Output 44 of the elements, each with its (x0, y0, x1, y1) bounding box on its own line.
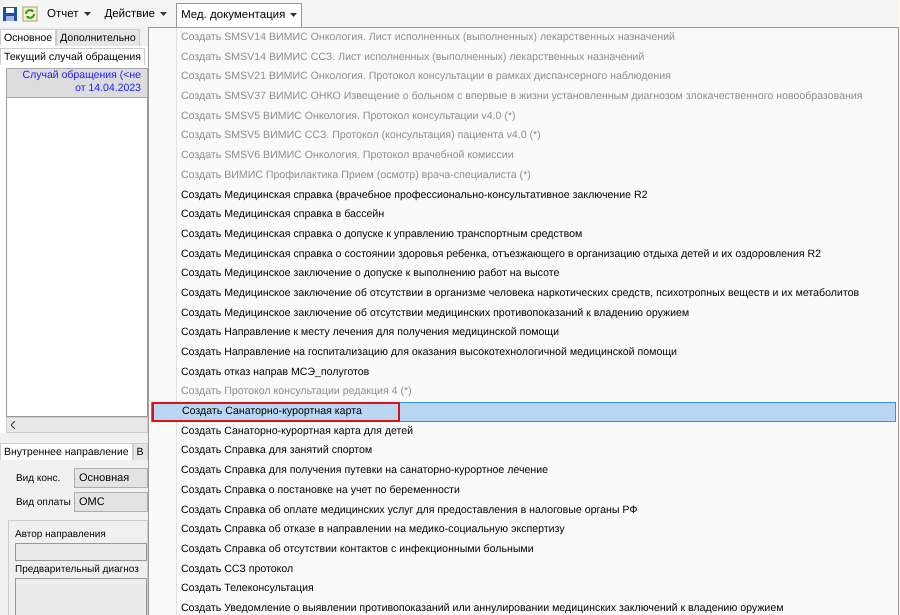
input-field[interactable] (15, 543, 147, 561)
menu-item[interactable]: Создать Уведомление о выявлении противопоказаний или аннулировании медицинских заключений к владению оружием (151, 598, 896, 615)
menu-item[interactable]: Создать Направление к месту лечения для получения медицинской помощи (151, 323, 896, 343)
menu-item[interactable]: Создать ССЗ протокол (151, 560, 896, 580)
scrollbar[interactable] (6, 417, 148, 433)
menu-item[interactable]: Создать Медицинская справка о допуске к управлению транспортным средством (151, 224, 896, 245)
menu-item[interactable]: Создать Медицинское заключение о допуске к выполнению работ на высоте (151, 264, 896, 284)
field-label: Вид оплаты (16, 496, 70, 508)
menu-item[interactable]: Создать Справка об отсутствии контактов с инфекционными больными (151, 540, 896, 560)
caret-icon (84, 12, 90, 16)
field-label: Предварительный диагноз (15, 564, 140, 575)
refresh-icon[interactable] (22, 6, 38, 22)
tab[interactable]: В (132, 443, 148, 460)
menu-item[interactable]: Создать Санаторно-курортная карта для детей (151, 422, 896, 442)
menu-item[interactable]: Создать Телеконсультация (151, 579, 896, 599)
text-area[interactable] (15, 578, 147, 615)
menu-item[interactable]: Создать Медицинская справка (врачебное профессионально-консультативное заключение R2 (151, 186, 896, 206)
menu-button[interactable]: Действие (100, 2, 172, 24)
menu-item[interactable]: Создать Справка для получения путевки на санаторно-курортное лечение (151, 461, 896, 481)
caret-icon (160, 12, 168, 16)
menu-item[interactable]: Создать Справка об оплате медицинских услуг для предоставления в налоговые органы РФ (151, 500, 896, 520)
tab[interactable]: Дополнительно (56, 29, 140, 46)
tab[interactable]: Внутреннее направление (0, 443, 133, 460)
menu-item[interactable]: Создать Справка для занятий спортом (151, 441, 896, 462)
menu-button[interactable]: Мед. документация (176, 2, 302, 28)
dropdown-field[interactable]: Основная (74, 468, 148, 488)
dropdown-field[interactable]: ОМС (74, 492, 148, 512)
field-label: Вид конс. (16, 472, 62, 484)
menu-button[interactable]: Отчет (42, 2, 96, 24)
menu-item[interactable]: Создать Медицинское заключение об отсутствии медицинских противопоказаний к владению оружием (151, 304, 896, 324)
menu-item[interactable]: Создать Медицинская справка в бассейн (151, 205, 896, 225)
menu-item[interactable]: Создать Санаторно-курортная карта (151, 402, 896, 422)
field-label: Автор направления (15, 529, 107, 540)
menu-item[interactable]: Создать Справка о постановке на учет по беременности (151, 480, 896, 500)
menu-item[interactable]: Создать отказ направ МСЭ_полуготов (151, 362, 896, 382)
caret-icon (290, 13, 298, 17)
tab[interactable]: Основное (0, 29, 56, 46)
save-icon[interactable] (2, 6, 18, 22)
column-header: Случай обращения (<не от 14.04.2023 (6, 68, 148, 98)
menu-item[interactable]: Создать Медицинская справка о состоянии здоровья ребенка, отъезжающего в организацию отдыха детей и их оздоровления R2 (151, 244, 896, 264)
tab[interactable]: Текущий случай обращения (0, 48, 145, 65)
menu-item[interactable]: Создать Медицинское заключение об отсутствии в организме человека наркотических средств, психотропных веществ и их метаболитов (151, 284, 896, 304)
menu-item[interactable]: Создать Справка об отказе в направлении на медико-социальную экспертизу (151, 520, 896, 540)
menu-item[interactable]: Создать Направление на госпитализацию для оказания высокотехнологичной медицинской помощи (151, 343, 896, 363)
